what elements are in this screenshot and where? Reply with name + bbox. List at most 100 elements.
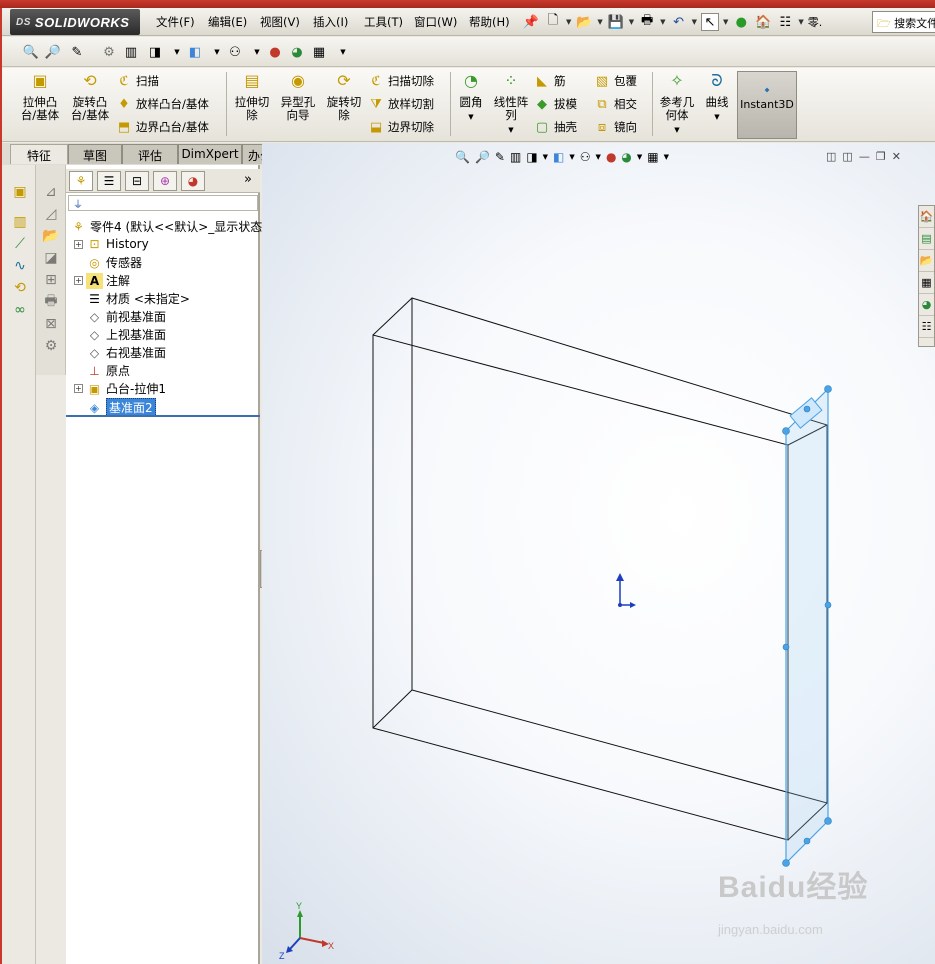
instant3d-button[interactable]: ⬩ Instant3D: [737, 71, 797, 139]
hole-wizard-button[interactable]: ◉ 异型孔 向导: [276, 73, 320, 122]
boundary-boss-button[interactable]: ⬒ 边界凸台/基体: [116, 119, 209, 135]
previous-view-icon[interactable]: ✎: [495, 150, 505, 164]
tab-dimxpert[interactable]: DimXpert: [178, 144, 242, 164]
chevron-down-icon[interactable]: ▼: [334, 43, 352, 61]
dynamic-annotation-icon[interactable]: ▥: [122, 43, 140, 61]
draft-button[interactable]: ◆ 拔模: [534, 96, 577, 112]
smart-dimension-icon[interactable]: ◿: [41, 205, 61, 223]
settings-icon[interactable]: ⚙: [41, 337, 61, 355]
tree-item-history[interactable]: + ⊡ History: [74, 236, 149, 252]
file-properties-icon[interactable]: 🏠: [754, 13, 772, 31]
property-manager-tab-icon[interactable]: ☰: [97, 171, 121, 191]
tree-item-boss-extrude1[interactable]: + ▣ 凸台-拉伸1: [74, 380, 166, 397]
chevron-down-icon[interactable]: ▼: [508, 126, 513, 134]
zoom-to-fit-icon[interactable]: 🔍: [22, 43, 40, 61]
intersect-button[interactable]: ⧉ 相交: [594, 96, 637, 112]
loft-cut-button[interactable]: ⧩ 放样切割: [368, 96, 434, 112]
menu-insert[interactable]: 插入(I): [313, 14, 348, 30]
home-icon[interactable]: 🏠: [919, 206, 934, 228]
spline-icon[interactable]: ∿: [10, 257, 30, 275]
model-view[interactable]: Y X Z: [262, 143, 935, 964]
hide-show-items-icon[interactable]: ⚇: [226, 43, 244, 61]
menu-help[interactable]: 帮助(H): [469, 14, 510, 30]
custom-properties-icon[interactable]: ☷: [919, 316, 934, 338]
split-horizontal-icon[interactable]: ◫: [826, 150, 836, 163]
view-settings-icon[interactable]: ▦: [647, 150, 658, 164]
extrude-icon[interactable]: ▣: [10, 183, 30, 201]
tab-features[interactable]: 特征: [10, 144, 68, 164]
linear-pattern-button[interactable]: ⁘ 线性阵 列 ▼: [490, 73, 532, 137]
menu-view[interactable]: 视图(V): [260, 14, 300, 30]
previous-view-icon[interactable]: ✎: [68, 43, 86, 61]
chevron-down-icon[interactable]: ▼: [596, 153, 601, 161]
selected-plane[interactable]: [782, 385, 832, 867]
save-icon[interactable]: 💾: [607, 13, 625, 31]
minimize-icon[interactable]: —: [859, 150, 870, 163]
rotate-view-icon[interactable]: ⟲: [10, 279, 30, 297]
chevron-down-icon[interactable]: ▼: [723, 18, 728, 26]
open-file-icon[interactable]: 📂: [41, 227, 61, 245]
boundary-cut-button[interactable]: ⬓ 边界切除: [368, 119, 434, 135]
zoom-to-fit-icon[interactable]: 🔍: [455, 150, 470, 164]
chevron-down-icon[interactable]: ▼: [714, 113, 719, 121]
options-icon[interactable]: ☷: [776, 13, 794, 31]
close-icon[interactable]: ✕: [892, 150, 901, 163]
display-style-icon[interactable]: ◧: [553, 150, 564, 164]
file-explorer-icon[interactable]: 📂: [919, 250, 934, 272]
graphics-area[interactable]: Y X Z: [262, 143, 935, 964]
select-cursor-icon[interactable]: ↖: [700, 13, 719, 31]
menu-tools[interactable]: 工具(T): [364, 14, 403, 30]
chevron-down-icon[interactable]: ▼: [692, 18, 697, 26]
hide-show-items-icon[interactable]: ⚇: [580, 150, 591, 164]
rollback-bar[interactable]: [66, 415, 260, 417]
chevron-down-icon[interactable]: ▼: [468, 113, 473, 121]
chevron-down-icon[interactable]: ▼: [597, 18, 602, 26]
search-input[interactable]: 🗁 搜索文件: [872, 11, 935, 33]
sketch-line-icon[interactable]: ⟋: [10, 235, 30, 253]
part-icon[interactable]: ▥: [10, 213, 30, 231]
chevron-down-icon[interactable]: ▼: [168, 43, 186, 61]
chevron-down-icon[interactable]: ▼: [664, 153, 669, 161]
menu-window[interactable]: 窗口(W): [414, 14, 457, 30]
chevron-down-icon[interactable]: ▼: [543, 153, 548, 161]
tab-evaluate[interactable]: 评估: [122, 144, 178, 164]
expand-toggle[interactable]: +: [74, 239, 83, 249]
section-view-icon[interactable]: ▥: [510, 150, 521, 164]
quick-overflow[interactable]: 零.: [808, 14, 823, 30]
chevron-down-icon[interactable]: ▼: [660, 18, 665, 26]
view-orientation-icon[interactable]: ◨: [146, 43, 164, 61]
expand-panel-icon[interactable]: »: [244, 172, 252, 187]
menu-edit[interactable]: 编辑(E): [208, 14, 247, 30]
rebuild-traffic-light-icon[interactable]: ●: [732, 13, 750, 31]
tree-root[interactable]: ⚘ 零件4 (默认<<默认>_显示状态: [70, 218, 262, 235]
view-settings-icon[interactable]: ▦: [310, 43, 328, 61]
split-vertical-icon[interactable]: ◫: [842, 150, 852, 163]
tree-item-annotations[interactable]: + A 注解: [74, 272, 130, 289]
chevron-down-icon[interactable]: ▼: [674, 126, 679, 134]
chevron-down-icon[interactable]: ▼: [637, 153, 642, 161]
wrap-button[interactable]: ▧ 包覆: [594, 73, 637, 89]
link-icon[interactable]: ∞: [10, 301, 30, 319]
sketch-icon[interactable]: ⊿: [41, 183, 61, 201]
extrude-cut-button[interactable]: ▤ 拉伸切 除: [230, 73, 274, 122]
chevron-down-icon[interactable]: ▼: [629, 18, 634, 26]
edit-appearance-icon[interactable]: ●: [266, 43, 284, 61]
extrude-boss-button[interactable]: ▣ 拉伸凸 台/基体: [16, 73, 64, 122]
relation-icon[interactable]: ⊞: [41, 271, 61, 289]
restore-icon[interactable]: ❐: [876, 150, 886, 163]
chevron-down-icon[interactable]: ▼: [248, 43, 266, 61]
sweep-button[interactable]: ℭ 扫描: [116, 73, 159, 89]
configuration-manager-tab-icon[interactable]: ⊟: [125, 171, 149, 191]
tree-item-sensors[interactable]: ◎ 传感器: [86, 254, 142, 271]
revolve-boss-button[interactable]: ⟲ 旋转凸 台/基体: [66, 73, 114, 122]
pin-icon[interactable]: 📌: [522, 13, 540, 31]
tab-sketch[interactable]: 草图: [68, 144, 122, 164]
tree-item-material[interactable]: ☰ 材质 <未指定>: [86, 290, 190, 307]
chevron-down-icon[interactable]: ▼: [566, 18, 571, 26]
zoom-to-area-icon[interactable]: 🔎: [44, 43, 62, 61]
open-folder-icon[interactable]: 📂: [575, 13, 593, 31]
print-icon[interactable]: 🖶: [638, 13, 656, 31]
edit-appearance-icon[interactable]: ●: [606, 150, 616, 164]
tree-item-front-plane[interactable]: ◇ 前视基准面: [86, 308, 166, 325]
fillet-button[interactable]: ◔ 圆角 ▼: [454, 73, 488, 124]
